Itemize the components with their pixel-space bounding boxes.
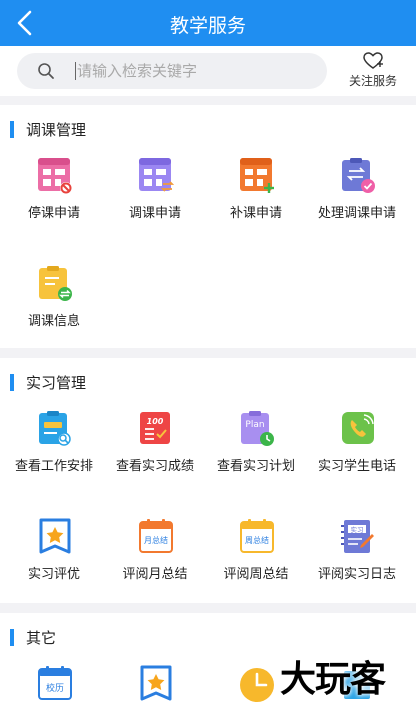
service-label: 调课信息: [27, 314, 80, 329]
clock-icon: [240, 668, 274, 702]
section-course-adjust: 调课管理 停课申请 调课申请 补课申请 处理调课申请 调课信息: [0, 105, 416, 348]
follow-service-label: 关注服务: [348, 74, 397, 88]
makeup-class-icon: [240, 158, 274, 193]
service-label: 评阅实习日志: [317, 567, 396, 582]
score-badge-text: 100: [147, 417, 164, 426]
service-label: 查看工作安排: [14, 459, 93, 474]
monthly-summary-icon: 月总结: [139, 519, 173, 553]
service-label: 实习评优: [27, 567, 80, 582]
service-label: 查看实习计划: [216, 459, 295, 474]
service-label: 实习学生电话: [317, 459, 396, 474]
search-icon: [38, 63, 54, 79]
heart-plus-icon: [363, 52, 383, 69]
internship-plan-icon: Plan: [241, 411, 274, 446]
calendar-badge-text: 校历: [46, 682, 64, 694]
search-bar: 关注服务: [0, 46, 416, 96]
search-input[interactable]: [77, 59, 317, 83]
weekly-summary-icon: 周总结: [240, 519, 274, 553]
service-label: 补课申请: [229, 206, 282, 221]
service-label: 处理调课申请: [317, 206, 396, 221]
service-label: 调课申请: [128, 206, 181, 221]
student-phone-icon: [342, 412, 374, 444]
award-icon: [140, 665, 172, 701]
section-title-text: 调课管理: [26, 121, 87, 139]
service-label: 评阅周总结: [223, 567, 289, 582]
month-badge-text: 月总结: [144, 535, 168, 545]
text-caret: [75, 62, 76, 80]
internship-award-icon: [39, 518, 71, 554]
section-title-text: 其它: [26, 629, 57, 647]
log-badge-text: 实习: [351, 525, 364, 534]
work-schedule-icon: [39, 411, 71, 446]
section-marker: [10, 629, 14, 646]
service-label: 查看实习成绩: [115, 459, 194, 474]
search-box[interactable]: [17, 53, 327, 89]
internship-score-icon: 100: [140, 412, 170, 444]
service-label: 停课申请: [27, 206, 80, 221]
follow-service-button[interactable]: 关注服务: [343, 51, 403, 93]
page-title: 教学服务: [169, 15, 246, 37]
header-bar: 教学服务: [0, 0, 416, 46]
school-calendar-icon: 校历: [38, 666, 72, 700]
plan-badge-text: Plan: [245, 420, 264, 430]
service-label: 评阅月总结: [122, 567, 188, 582]
stop-class-icon: [38, 158, 72, 194]
internship-log-icon: 实习: [341, 520, 374, 553]
section-internship: 实习管理 查看工作安排 100 查看实习成绩 Plan 查看实习计划 实习学生电…: [0, 358, 416, 603]
section-marker: [10, 121, 14, 138]
section-marker: [10, 374, 14, 391]
section-title-text: 实习管理: [26, 374, 87, 392]
week-badge-text: 周总结: [245, 535, 269, 545]
process-adjust-icon: [342, 158, 375, 193]
adjust-info-icon: [39, 266, 72, 301]
adjust-class-icon: [139, 158, 174, 192]
watermark-logo: 大玩客: [280, 659, 386, 700]
